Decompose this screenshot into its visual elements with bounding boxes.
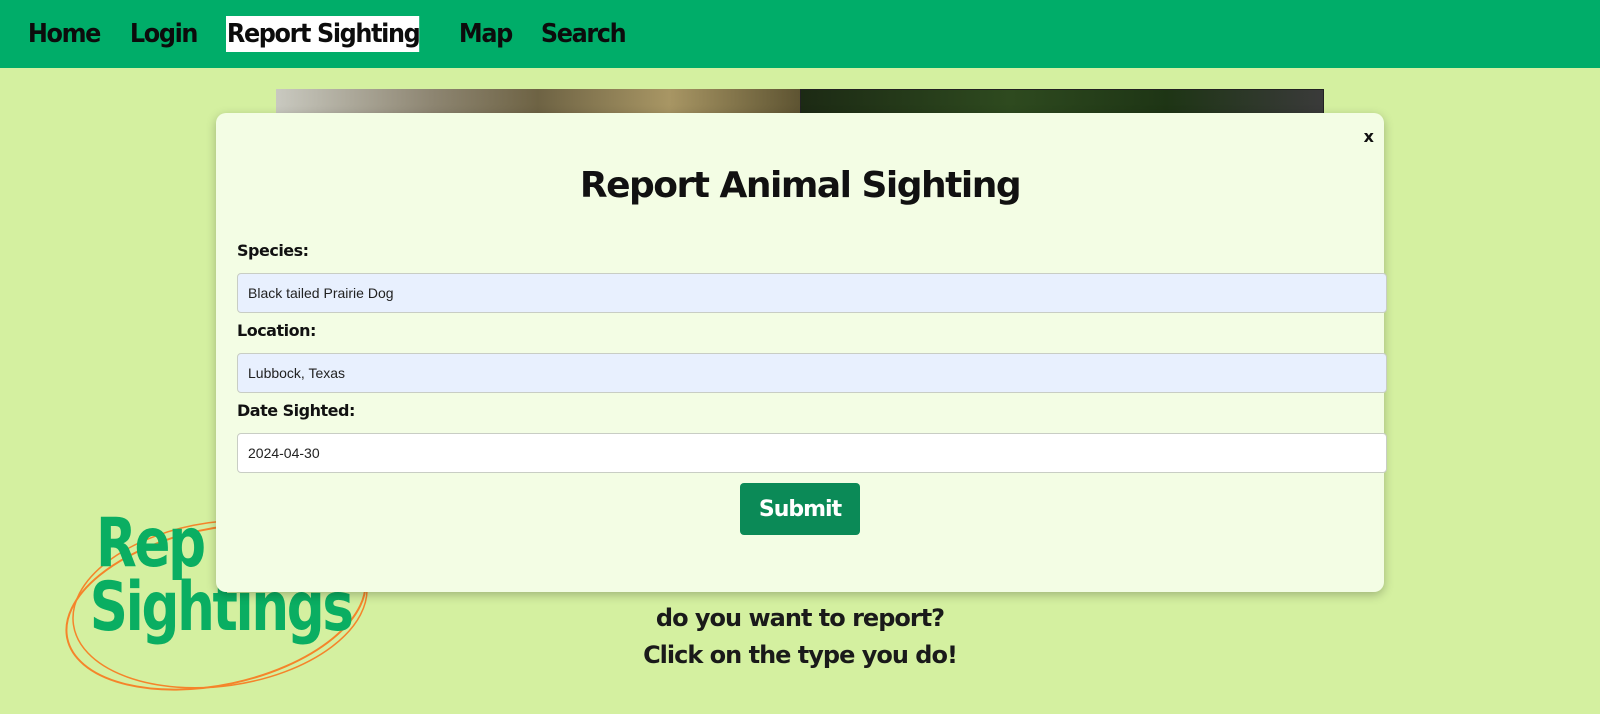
report-sighting-modal: x Report Animal Sighting Species: Locati… [216, 113, 1387, 592]
species-label: Species: [237, 241, 309, 260]
modal-title: Report Animal Sighting [579, 165, 1022, 206]
top-nav: Home Login Report Sighting Map Search [0, 0, 1600, 68]
intro-text-line-2: Click on the type you do! [643, 641, 958, 669]
date-sighted-input[interactable] [237, 433, 1387, 473]
location-input[interactable] [237, 353, 1387, 393]
species-input[interactable] [237, 273, 1387, 313]
close-button[interactable]: x [1364, 127, 1374, 146]
date-sighted-label: Date Sighted: [237, 401, 355, 420]
intro-text-line-1: do you want to report? [655, 604, 945, 632]
location-label: Location: [237, 321, 316, 340]
nav-report-sighting-link[interactable]: Report Sighting [226, 16, 421, 52]
nav-home-link[interactable]: Home [27, 16, 101, 52]
nav-login-link[interactable]: Login [129, 16, 199, 52]
submit-button[interactable]: Submit [740, 483, 860, 535]
nav-map-link[interactable]: Map [458, 16, 513, 52]
nav-search-link[interactable]: Search [540, 16, 627, 52]
